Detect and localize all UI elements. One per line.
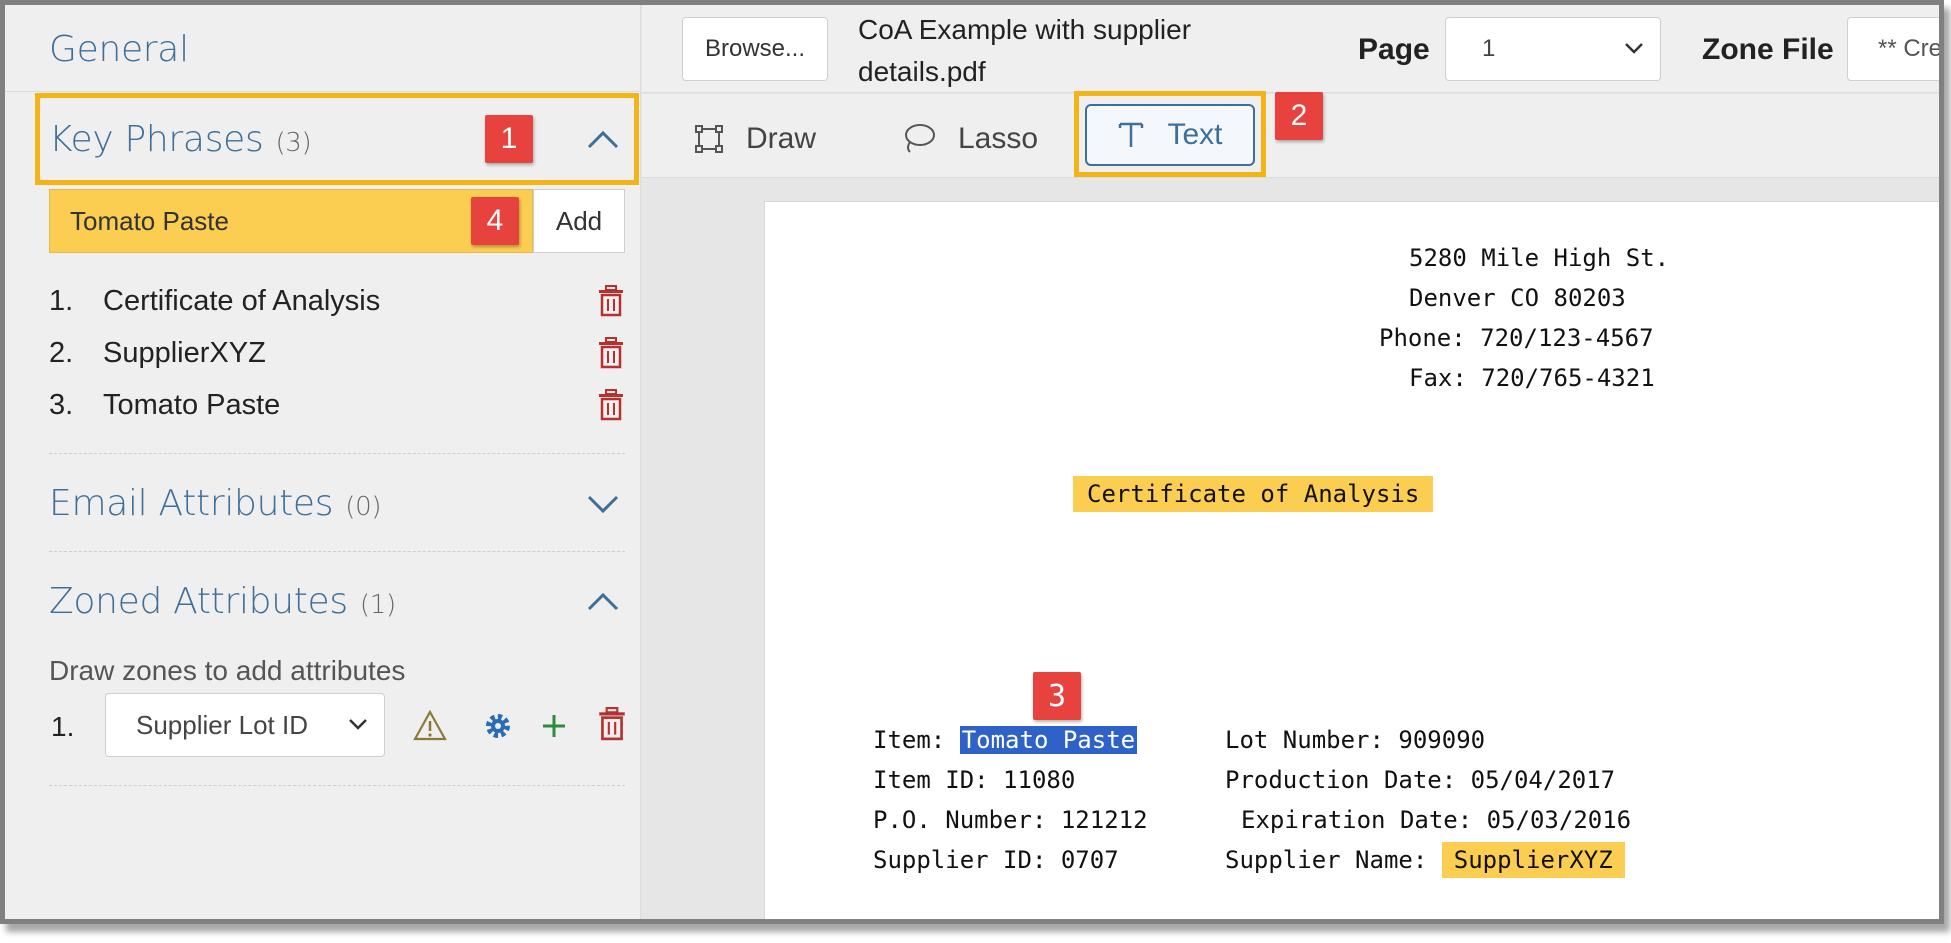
key-phrase-input[interactable]: Tomato Paste bbox=[49, 189, 533, 253]
trash-icon[interactable] bbox=[597, 285, 625, 317]
address-line: 5280 Mile High St. bbox=[1409, 244, 1670, 272]
zone-attribute-value: Supplier Lot ID bbox=[136, 709, 308, 740]
lasso-label: Lasso bbox=[958, 122, 1039, 155]
zone-file-select[interactable]: ** Cre bbox=[1847, 17, 1939, 81]
file-name: CoA Example with supplier details.pdf bbox=[858, 14, 1192, 87]
page-label: Page bbox=[1358, 33, 1430, 66]
document-page[interactable]: 5280 Mile High St. Denver CO 80203 Phone… bbox=[764, 201, 1939, 919]
email-attributes-count: (0) bbox=[345, 492, 382, 522]
file-bar: Browse... CoA Example with supplier deta… bbox=[642, 5, 1939, 93]
highlight-frame-key-phrases bbox=[35, 93, 639, 185]
list-item: 1. Certificate of Analysis bbox=[49, 279, 625, 323]
tool-bar: Draw Lasso Text 2 bbox=[642, 91, 1939, 178]
chevron-down-icon bbox=[349, 719, 367, 730]
item-id-line: Item ID: 11080 bbox=[873, 766, 1076, 794]
expiration-date-line: Expiration Date: 05/03/2016 bbox=[1241, 806, 1632, 834]
chevron-down-icon bbox=[1625, 43, 1643, 54]
chevron-up-icon[interactable] bbox=[585, 583, 621, 619]
zone-row-number: 1. bbox=[51, 711, 75, 742]
zoned-attributes-header[interactable]: Zoned Attributes (1) bbox=[49, 581, 396, 622]
list-item-number: 1. bbox=[49, 284, 74, 317]
zoned-attributes-count: (1) bbox=[359, 590, 396, 620]
callout-4: 4 bbox=[471, 197, 519, 245]
zoned-attributes-title: Zoned Attributes bbox=[49, 581, 348, 622]
lasso-tool-button[interactable]: Lasso bbox=[900, 114, 1038, 164]
plus-icon[interactable] bbox=[537, 709, 571, 743]
item-label: Item: bbox=[873, 726, 960, 754]
divider bbox=[5, 91, 641, 92]
fax-line: Fax: 720/765-4321 bbox=[1409, 364, 1655, 392]
trash-icon[interactable] bbox=[597, 337, 625, 369]
add-key-phrase-button[interactable]: Add bbox=[533, 189, 625, 253]
supplier-name-line: Supplier Name: SupplierXYZ bbox=[1225, 842, 1625, 878]
warning-icon[interactable] bbox=[413, 709, 447, 743]
supplier-name-highlight: SupplierXYZ bbox=[1441, 842, 1625, 878]
draw-icon bbox=[695, 125, 723, 153]
gear-icon[interactable] bbox=[481, 709, 515, 743]
app-window: General Key Phrases (3) 1 Tomato Paste 4 … bbox=[0, 0, 1944, 924]
production-date-line: Production Date: 05/04/2017 bbox=[1225, 766, 1616, 794]
draw-tool-button[interactable]: Draw bbox=[694, 114, 816, 164]
supplier-name-label: Supplier Name: bbox=[1225, 846, 1442, 874]
list-item-text: SupplierXYZ bbox=[103, 336, 266, 369]
browse-button[interactable]: Browse... bbox=[682, 17, 828, 81]
lasso-icon bbox=[905, 124, 935, 153]
selected-text: Tomato Paste bbox=[959, 726, 1138, 754]
trash-icon[interactable] bbox=[595, 707, 629, 741]
document-viewer: 5280 Mile High St. Denver CO 80203 Phone… bbox=[642, 179, 1939, 919]
item-line: Item: Tomato Paste bbox=[873, 724, 1138, 756]
address-line: Denver CO 80203 bbox=[1409, 284, 1626, 312]
page-select[interactable]: 1 bbox=[1445, 17, 1661, 81]
email-attributes-title: Email Attributes bbox=[49, 483, 334, 524]
callout-2: 2 bbox=[1275, 92, 1323, 140]
zone-hint-text: Draw zones to add attributes bbox=[49, 655, 406, 686]
list-item-text: Certificate of Analysis bbox=[103, 284, 381, 317]
draw-label: Draw bbox=[746, 122, 817, 155]
email-attributes-header[interactable]: Email Attributes (0) bbox=[49, 483, 381, 524]
zone-attribute-select[interactable]: Supplier Lot ID bbox=[105, 693, 385, 757]
trash-icon[interactable] bbox=[597, 389, 625, 421]
divider bbox=[49, 551, 625, 552]
left-panel: General Key Phrases (3) 1 Tomato Paste 4 … bbox=[5, 5, 641, 919]
chevron-down-icon[interactable] bbox=[585, 485, 621, 521]
zone-file-label: Zone File bbox=[1702, 33, 1834, 66]
list-item: 3. Tomato Paste bbox=[49, 383, 625, 427]
list-item-text: Tomato Paste bbox=[103, 388, 281, 421]
list-item-number: 2. bbox=[49, 336, 74, 369]
highlight-frame-text-tool bbox=[1074, 91, 1266, 177]
title-highlight: Certificate of Analysis bbox=[1073, 476, 1434, 512]
callout-1: 1 bbox=[485, 115, 533, 163]
list-item: 2. SupplierXYZ bbox=[49, 331, 625, 375]
lot-number-line: Lot Number: 909090 bbox=[1225, 726, 1486, 754]
callout-3: 3 bbox=[1033, 672, 1081, 720]
list-item-number: 3. bbox=[49, 388, 74, 421]
document-title: Certificate of Analysis bbox=[1073, 476, 1434, 512]
page-value: 1 bbox=[1482, 35, 1496, 62]
supplier-id-line: Supplier ID: 0707 bbox=[873, 846, 1119, 874]
phone-line: Phone: 720/123-4567 bbox=[1379, 324, 1654, 352]
po-number-line: P.O. Number: 121212 bbox=[873, 806, 1148, 834]
divider bbox=[49, 453, 625, 454]
divider bbox=[49, 785, 625, 786]
general-tab[interactable]: General bbox=[49, 29, 189, 70]
